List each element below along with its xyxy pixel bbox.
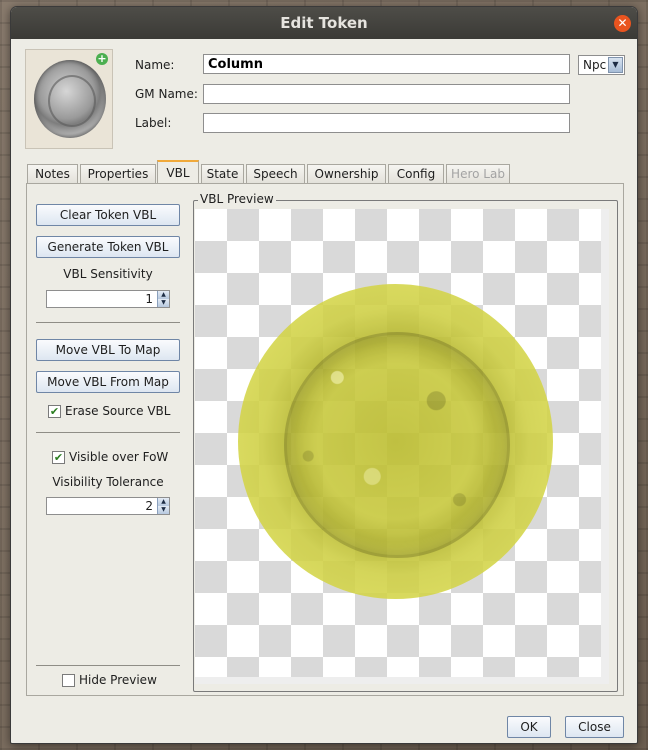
add-image-icon[interactable]: +: [96, 53, 108, 65]
separator: [36, 322, 180, 323]
spinner-up-icon[interactable]: ▲: [157, 291, 169, 299]
label-field[interactable]: [203, 113, 570, 133]
erase-source-vbl-label: Erase Source VBL: [65, 404, 171, 418]
vbl-sensitivity-value: 1: [145, 292, 153, 306]
token-image: [34, 60, 106, 138]
visible-over-fow-label: Visible over FoW: [69, 450, 169, 464]
close-button[interactable]: Close: [565, 716, 624, 738]
vbl-preview-title: VBL Preview: [198, 192, 276, 206]
clear-token-vbl-button[interactable]: Clear Token VBL: [36, 204, 180, 226]
tab-speech[interactable]: Speech: [246, 164, 305, 184]
vbl-panel: Clear Token VBL Generate Token VBL VBL S…: [26, 183, 624, 696]
vbl-token-overlay: [238, 284, 553, 599]
token-type-select[interactable]: Npc ▼: [578, 55, 625, 75]
spinner-down-icon[interactable]: ▼: [157, 506, 169, 514]
separator: [36, 665, 180, 666]
ok-button[interactable]: OK: [507, 716, 551, 738]
erase-source-vbl-checkbox[interactable]: ✔: [48, 405, 61, 418]
visibility-tolerance-spinner[interactable]: 2 ▲ ▼: [46, 497, 170, 515]
tab-ownership[interactable]: Ownership: [307, 164, 386, 184]
separator: [36, 432, 180, 433]
tab-vbl[interactable]: VBL: [157, 160, 199, 185]
hide-preview-label: Hide Preview: [79, 673, 157, 687]
spinner-up-icon[interactable]: ▲: [157, 498, 169, 506]
vbl-sensitivity-label: VBL Sensitivity: [63, 267, 153, 281]
tab-properties[interactable]: Properties: [80, 164, 156, 184]
vbl-preview-canvas[interactable]: [195, 209, 609, 684]
close-window-icon[interactable]: ✕: [614, 15, 631, 32]
token-type-value: Npc: [583, 58, 607, 72]
tab-hero-lab: Hero Lab: [446, 164, 510, 184]
name-label: Name:: [135, 58, 175, 72]
label-label: Label:: [135, 116, 172, 130]
vbl-preview-group: VBL Preview: [193, 192, 618, 692]
hide-preview-checkbox[interactable]: [62, 674, 75, 687]
move-vbl-to-map-button[interactable]: Move VBL To Map: [36, 339, 180, 361]
spinner-down-icon[interactable]: ▼: [157, 299, 169, 307]
dialog-title: Edit Token: [280, 14, 368, 32]
name-field[interactable]: [203, 54, 570, 74]
edit-token-dialog: Edit Token ✕ + Name: Npc ▼ GM Name: Labe…: [10, 6, 638, 744]
visibility-tolerance-label: Visibility Tolerance: [52, 475, 164, 489]
tab-config[interactable]: Config: [388, 164, 444, 184]
tab-notes[interactable]: Notes: [27, 164, 78, 184]
title-bar: Edit Token ✕: [11, 7, 637, 39]
visibility-tolerance-value: 2: [145, 499, 153, 513]
visible-over-fow-checkbox[interactable]: ✔: [52, 451, 65, 464]
move-vbl-from-map-button[interactable]: Move VBL From Map: [36, 371, 180, 393]
gm-name-label: GM Name:: [135, 87, 198, 101]
generate-token-vbl-button[interactable]: Generate Token VBL: [36, 236, 180, 258]
tab-state[interactable]: State: [201, 164, 244, 184]
chevron-down-icon[interactable]: ▼: [608, 57, 623, 73]
gm-name-field[interactable]: [203, 84, 570, 104]
token-portrait[interactable]: +: [25, 49, 113, 149]
vbl-sensitivity-spinner[interactable]: 1 ▲ ▼: [46, 290, 170, 308]
